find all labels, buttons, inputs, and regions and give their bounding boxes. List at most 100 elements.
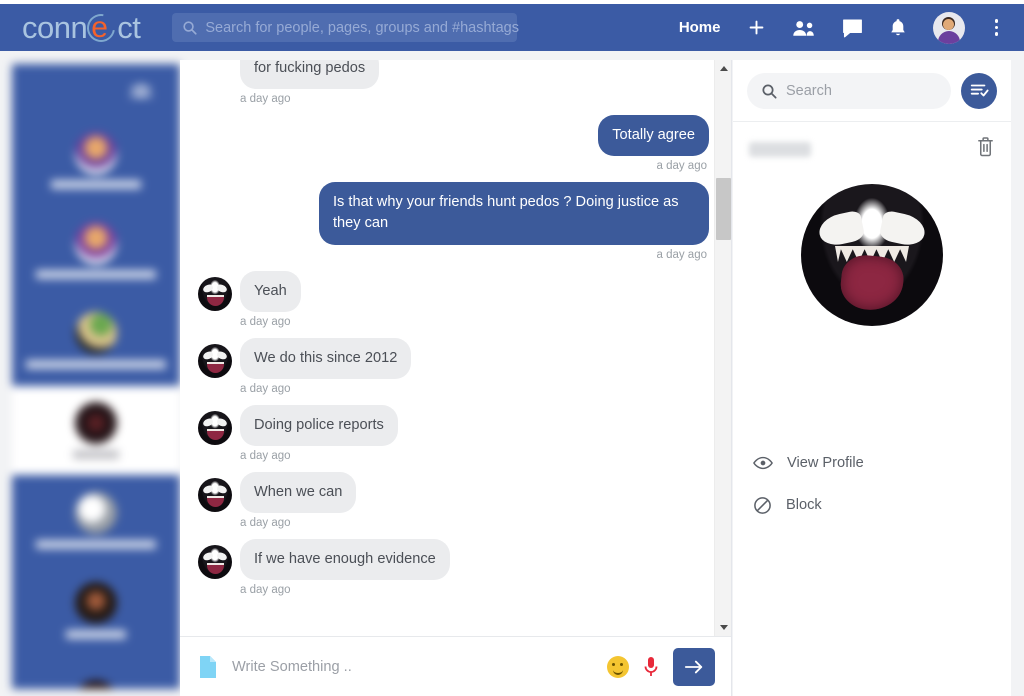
message-bubble-incoming: Doing police reports [240,404,398,447]
contact-avatar [75,492,117,534]
mark-all-read-icon[interactable] [961,72,997,109]
notifications-icon[interactable] [889,18,907,38]
composer-placeholder[interactable]: Write Something .. [232,659,593,675]
view-profile-button[interactable]: View Profile [753,442,991,484]
sender-avatar [198,478,232,513]
contact-name-redacted [73,450,119,459]
message-row: Yeah [198,270,709,312]
logo-letter-e: e [91,10,108,44]
sidebar-contact-list[interactable] [12,116,180,689]
message-row: for fucking pedos [198,60,709,90]
global-search-bar[interactable]: Search for people, pages, groups and #ha… [172,13,519,42]
plus-icon[interactable] [747,18,766,37]
contact-name-redacted [749,141,811,157]
message-bubble-incoming: for fucking pedos [240,60,380,90]
sidebar-contact-item[interactable] [12,566,180,656]
panel-search-placeholder: Search [786,82,832,99]
panel-search-row: Search [733,60,1011,122]
message-bubble-incoming: Yeah [240,270,301,312]
message-timestamp: a day ago [240,517,291,530]
contact-avatar [75,312,117,354]
messenger-app: conn e ct Search for people, pages, groups… [0,0,1024,696]
sender-avatar [198,545,232,580]
message-timestamp: a day ago [240,315,291,328]
user-avatar[interactable] [932,11,965,44]
scroll-up-arrow-icon[interactable] [715,60,731,77]
sender-avatar [198,343,232,378]
app-logo[interactable]: conn e ct [22,8,141,47]
message-bubble-incoming: We do this since 2012 [240,337,412,379]
sidebar-contact-item-active[interactable] [12,386,180,476]
message-timestamp: a day ago [240,382,291,395]
message-row: We do this since 2012 [198,337,709,379]
search-icon [762,83,777,99]
send-arrow-icon [684,660,703,673]
panel-action-list: View Profile Block [733,442,1011,526]
search-icon [183,21,197,35]
contact-name-redacted [36,270,156,279]
sender-avatar [198,410,232,445]
message-list[interactable]: for fucking pedos a day ago Totally agre… [180,60,731,636]
message-row: When we can [198,472,709,514]
message-bubble-outgoing: Totally agree [598,115,709,157]
message-row: Totally agree [198,115,709,157]
block-button[interactable]: Block [753,484,991,526]
contact-avatar [75,222,117,264]
contact-name-redacted [51,180,141,189]
contact-name-redacted [66,630,126,639]
venom-tongue [838,252,906,314]
message-timestamp: a day ago [240,584,291,597]
message-timestamp: a day ago [240,93,291,106]
scroll-down-arrow-icon[interactable] [715,619,731,636]
sidebar-contact-item[interactable] [12,656,180,689]
sidebar-contact-item[interactable] [12,476,180,566]
panel-search-input[interactable]: Search [747,72,951,109]
message-bubble-outgoing: Is that why your friends hunt pedos ? Do… [319,182,709,245]
sidebar-contact-item[interactable] [12,116,180,206]
view-profile-label: View Profile [787,455,864,471]
message-timestamp: a day ago [656,160,707,173]
message-timestamp: a day ago [656,248,707,261]
logo-text-pre: conn [22,9,88,45]
block-label: Block [786,497,822,513]
sender-avatar [198,276,232,311]
trash-icon[interactable] [976,136,995,162]
top-navbar: conn e ct Search for people, pages, groups… [0,4,1024,51]
message-bubble-incoming: If we have enough evidence [240,539,450,581]
contact-name-redacted [26,360,166,369]
eye-icon [753,456,773,470]
microphone-icon[interactable] [643,655,659,679]
contact-avatar [75,402,117,444]
message-timestamp: a day ago [240,450,291,463]
venom-eye-left [816,209,866,249]
friends-icon[interactable] [792,19,816,37]
chat-panel: for fucking pedos a day ago Totally agre… [180,60,732,696]
venom-eye-right [878,209,928,249]
message-composer: Write Something .. [180,636,731,696]
sidebar-contact-item[interactable] [12,206,180,296]
avatar-face [943,18,954,30]
avatar-body [937,30,960,44]
logo-text-post: ct [117,9,141,45]
scrollbar-thumb[interactable] [716,178,731,240]
sidebar-contact-item[interactable] [12,296,180,386]
sidebar-header [12,64,180,116]
group-people-icon[interactable] [130,83,152,98]
file-attach-icon[interactable] [198,655,218,679]
message-bubble-incoming: When we can [240,472,357,514]
contact-details-panel: Search View Profile Block [733,60,1011,696]
contact-name-redacted [36,540,156,549]
contact-profile-image [801,184,943,326]
message-row: If we have enough evidence [198,539,709,581]
logo-e-mark: e [81,8,121,47]
contact-avatar [75,679,117,689]
message-row: Doing police reports [198,404,709,447]
nav-home-link[interactable]: Home [679,19,721,36]
contacts-sidebar[interactable] [12,64,180,689]
send-button[interactable] [673,647,715,686]
chat-scrollbar[interactable] [714,60,731,636]
messages-icon[interactable] [842,18,863,38]
kebab-menu-icon[interactable] [991,17,1003,38]
global-search-placeholder: Search for people, pages, groups and #ha… [205,19,519,36]
emoji-smiley-icon[interactable] [607,655,629,678]
